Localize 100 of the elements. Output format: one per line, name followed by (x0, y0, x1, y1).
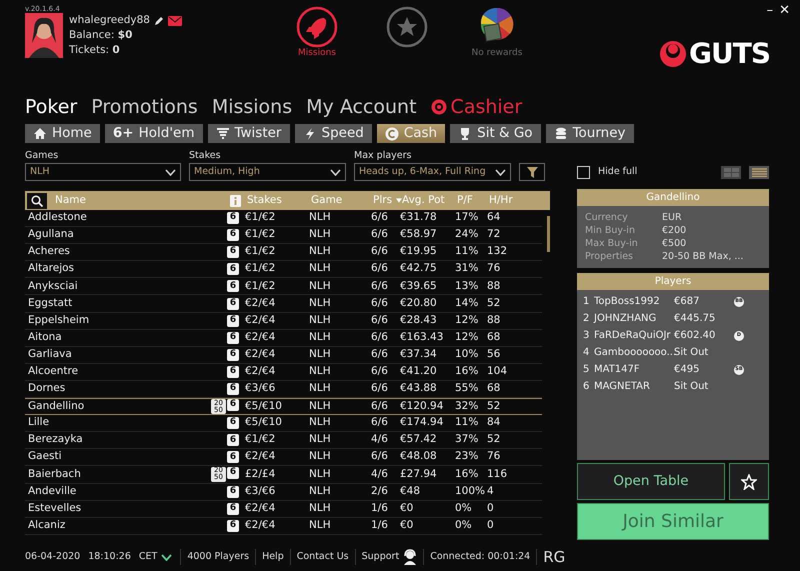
table-row[interactable]: Eggstatt 6 €2/€4 NLH 6/6 €20.80 14% 52 (25, 295, 542, 313)
table-row[interactable]: Anyksciai 6 €1/€2 NLH 6/6 €39.65 13% 88 (25, 278, 542, 296)
table-cell-text: €1/€2 (244, 244, 276, 260)
seats-badge: 6 (227, 246, 239, 258)
filter-dropdown[interactable]: Medium, High (189, 163, 346, 181)
table-row[interactable]: Altarejos 6 €1/€2 NLH 6/6 €42.75 31% 76 (25, 261, 542, 278)
table-cell-text: 0 (487, 518, 495, 533)
favorite-button[interactable] (729, 463, 769, 500)
table-cell-text: 32% (455, 398, 480, 414)
table-cell-text: 56 (487, 346, 502, 362)
nav-link[interactable]: Cashier (430, 95, 522, 119)
table-row[interactable]: Addlestone 6 €1/€2 NLH 6/6 €31.78 17% 64 (25, 210, 542, 228)
table-cell-text: 0 (487, 500, 495, 516)
player-name: TopBoss1992 (594, 295, 661, 309)
table-cell-text: 68 (487, 381, 502, 396)
scrollbar-thumb[interactable] (547, 216, 550, 252)
filter-dropdown[interactable]: Heads up, 6-Max, Full Ring (354, 163, 511, 181)
game-tab[interactable]: Home (25, 124, 100, 143)
checkbox-label: Hide full (598, 164, 638, 179)
table-cell-text: €48 (400, 484, 422, 499)
table-row[interactable]: Aitona 6 €2/€4 NLH 6/6 €163.43 12% 68 (25, 330, 542, 347)
grid-view-button[interactable] (721, 166, 741, 178)
footer-link[interactable]: Contact Us (296, 550, 349, 564)
grid-icon (724, 168, 738, 176)
filter-dropdown[interactable]: NLH (25, 163, 181, 181)
pencil-icon (154, 16, 164, 26)
date-text: 06-04-2020 (25, 550, 80, 564)
table-cell-text: 88 (487, 312, 502, 328)
table-row[interactable]: Lille 6 €5/€10 NLH 6/6 €174.94 11% 84 (25, 415, 542, 432)
logo-text: GUTS (689, 36, 770, 72)
table-row[interactable]: Gaesti 6 €2/€4 NLH 6/6 €48.08 23% 76 (25, 449, 542, 466)
icon-label: No rewards (471, 48, 522, 58)
table-cell-text: NLH (309, 278, 332, 294)
table-cell-text: Anyksciai (27, 278, 79, 294)
table-cell-text: €48.08 (400, 449, 438, 464)
table-row[interactable]: Garliava 6 €2/€4 NLH 6/6 €37.34 10% 56 (25, 346, 542, 364)
nav-link[interactable]: My Account (306, 95, 417, 119)
table-cell-text: €2/€4 (244, 296, 276, 311)
seats-badge: 6 (227, 417, 239, 430)
nav-link[interactable]: Poker (25, 95, 78, 119)
list-icon (752, 168, 766, 176)
headset-icon (403, 549, 418, 565)
seats-badge: 6 (227, 298, 239, 310)
table-row[interactable]: Berezayka 6 €1/€2 NLH 4/6 €57.42 37% 52 (25, 432, 542, 450)
table-cell-text: €37.34 (400, 346, 438, 362)
field-label: Max Buy-in (585, 237, 639, 250)
checkbox[interactable] (577, 166, 590, 178)
game-tab[interactable]: Twister (208, 124, 290, 143)
game-tab[interactable]: Sit & Go (450, 124, 541, 143)
timezone-dropdown[interactable]: CET (138, 550, 172, 564)
field-label: Currency (585, 211, 629, 224)
table-cell-text: 6/6 (371, 210, 389, 226)
list-view-button[interactable] (749, 166, 769, 178)
minimize-button[interactable]: – (766, 4, 774, 18)
mail-icon (168, 16, 182, 26)
table-row[interactable]: Alcaniz 6 €2/€4 NLH 1/6 €0 0% 0 (25, 518, 542, 535)
open-table-button[interactable]: Open Table (577, 463, 725, 500)
table-row[interactable]: Estevelles 6 €2/€4 NLH 1/6 €0 0% 0 (25, 500, 542, 518)
footer-link[interactable]: Help (262, 550, 284, 564)
table-cell-text: NLH (309, 466, 332, 482)
table-row[interactable]: Acheres 6 €1/€2 NLH 6/6 €19.95 11% 132 (25, 244, 542, 262)
table-cell-text: €41.20 (400, 364, 438, 380)
footer-link[interactable]: Support (362, 550, 400, 564)
table-cell-text: Alcaniz (27, 518, 66, 533)
player-name: FaRDeRaQuiOJr (594, 329, 672, 343)
table-cell-text: 6/6 (371, 296, 389, 311)
game-tab[interactable]: Speed (294, 124, 372, 143)
table-cell-text: NLH (309, 415, 332, 430)
table-cell-text: 104 (487, 364, 508, 380)
filter-button[interactable] (519, 163, 545, 181)
table-cell-text: Garliava (27, 346, 73, 362)
table-row[interactable]: Eppelsheim 6 €2/€4 NLH 6/6 €28.43 12% 88 (25, 312, 542, 330)
table-cell-text: €163.43 (400, 330, 444, 345)
seats-badge: 6 (227, 451, 239, 464)
table-row[interactable]: Alcoentre 6 €2/€4 NLH 6/6 €41.20 16% 104 (25, 364, 542, 381)
player-stack: €602.40 (674, 329, 716, 343)
table-cell-text: NLH (309, 312, 332, 328)
game-tab[interactable]: Tourney (546, 124, 634, 143)
seats-badge: 6 (227, 486, 239, 498)
star-icon (741, 474, 757, 490)
table-row[interactable]: Agullana 6 €1/€2 NLH 6/6 €58.97 24% 72 (25, 227, 542, 244)
game-tab[interactable]: 6+ Hold'em (104, 124, 202, 143)
table-cell-text: Agullana (27, 227, 75, 242)
table-cell-text: 88 (487, 278, 502, 294)
close-button[interactable]: ✕ (779, 4, 790, 18)
nav-link[interactable]: Promotions (91, 95, 198, 119)
table-cell-text: Gandellino (27, 398, 86, 414)
player-name: MAGNETAR (594, 380, 651, 394)
table-cell-text: 72 (487, 227, 502, 242)
seats-badge: 6 (227, 314, 239, 327)
nav-link[interactable]: Missions (212, 95, 292, 119)
table-cell-text: 11% (455, 415, 480, 430)
seat-number: 3 (583, 329, 590, 343)
table-cell-text: 6/6 (371, 278, 389, 294)
table-row[interactable]: Dornes 6 €3/€6 NLH 6/6 €43.88 55% 68 (25, 380, 542, 398)
table-cell-text: 116 (487, 466, 508, 482)
table-cell-text: Berezayka (27, 432, 84, 448)
table-cell-text: 6/6 (371, 330, 389, 345)
table-row[interactable]: Andeville 6 €3/€6 NLH 2/6 €48 100% 4 (25, 484, 542, 501)
chevron-down-icon (495, 168, 506, 176)
